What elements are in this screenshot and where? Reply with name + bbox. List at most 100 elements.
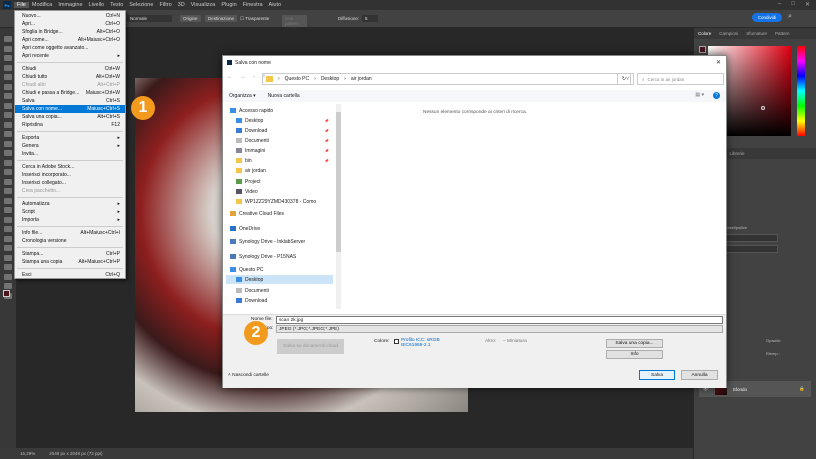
nav-item[interactable]: WP1ZZ29YZMD430378 - Como — [226, 197, 333, 206]
tool-icon[interactable] — [4, 245, 12, 251]
foreground-color-swatch[interactable] — [699, 46, 706, 53]
tool-icon[interactable] — [4, 283, 12, 289]
tool-icon[interactable] — [4, 74, 12, 80]
breadcrumb-item[interactable]: Questo PC — [285, 76, 309, 82]
close-icon[interactable]: ✕ — [805, 1, 810, 8]
menu-immagine[interactable]: Immagine — [55, 2, 85, 8]
breadcrumb-item[interactable]: Desktop — [321, 76, 339, 82]
tool-icon[interactable] — [4, 178, 12, 185]
menu-item[interactable]: Chiudi e passa a Bridge... Maiusc+Ctrl+W — [15, 89, 125, 97]
tool-icon[interactable] — [4, 140, 12, 147]
menu-filtro[interactable]: Filtro — [156, 2, 174, 8]
menu-item[interactable]: Inserisci incorporato... — [15, 171, 125, 179]
menu-item[interactable]: Importa ▸ — [15, 216, 125, 224]
nav-item[interactable]: Synology Drive - InklabServer — [226, 237, 333, 246]
navigation-scrollbar[interactable] — [336, 104, 341, 309]
maximize-icon[interactable]: □ — [791, 1, 795, 8]
tool-icon[interactable] — [4, 188, 12, 194]
menu-file[interactable]: File — [14, 2, 29, 8]
tool-icon[interactable] — [4, 159, 12, 166]
diffusion-select[interactable]: 5 — [362, 15, 378, 22]
mode-select[interactable]: Normale — [127, 15, 172, 22]
tool-icon[interactable] — [4, 197, 12, 204]
nav-item[interactable]: Project — [226, 177, 333, 186]
filename-input[interactable]: scan 2k.jpg — [276, 316, 723, 324]
tool-icon[interactable] — [4, 264, 12, 270]
menu-item[interactable]: Ripristina F12 — [15, 121, 125, 129]
use-pattern-button[interactable]: Usa pattern — [282, 15, 307, 27]
menu-item[interactable]: Nuovo... Ctrl+N — [15, 12, 125, 20]
menu-aiuto[interactable]: Aiuto — [266, 2, 285, 8]
new-folder-button[interactable]: Nuova cartella — [268, 93, 300, 99]
nav-item[interactable]: Questo PC — [226, 265, 333, 274]
nav-item[interactable]: Desktop 📌 — [226, 116, 333, 125]
nav-item[interactable]: Accesso rapido — [226, 106, 333, 115]
menu-item[interactable]: Esci Ctrl+Q — [15, 271, 125, 279]
panel-tab[interactable]: Pattern — [775, 31, 790, 36]
icc-profile-checkbox[interactable] — [394, 339, 399, 344]
menu-item[interactable]: Apri come... Alt+Maiusc+Ctrl+O — [15, 36, 125, 44]
tool-icon[interactable] — [4, 93, 12, 99]
nav-item[interactable]: Desktop — [226, 275, 333, 284]
minimize-icon[interactable]: – — [778, 1, 781, 8]
menu-item[interactable]: Apri come oggetto avanzato... — [15, 44, 125, 52]
tool-icon[interactable] — [4, 36, 12, 42]
tool-icon[interactable] — [4, 83, 12, 90]
tool-icon[interactable] — [4, 169, 12, 175]
menu-item[interactable]: Script ▸ — [15, 208, 125, 216]
save-copy-button[interactable]: Salva una copia... — [606, 339, 663, 348]
nav-item[interactable]: Documenti 📌 — [226, 136, 333, 145]
menu-item[interactable]: Automatizza ▸ — [15, 200, 125, 208]
nav-item[interactable]: Immagini 📌 — [226, 146, 333, 155]
breadcrumb-item[interactable]: air jordan — [351, 76, 372, 82]
menu-item[interactable]: Salva Ctrl+S — [15, 97, 125, 105]
zoom-level[interactable]: 16,29% — [20, 451, 35, 456]
menu-item[interactable]: Crea pacchetto... — [15, 187, 125, 195]
menu-livello[interactable]: Livello — [86, 2, 108, 8]
menu-plugin[interactable]: Plugin — [218, 2, 239, 8]
tool-icon[interactable] — [4, 55, 12, 61]
destination-button[interactable]: Destinazione — [205, 15, 238, 22]
forward-icon[interactable]: → — [240, 74, 246, 80]
tool-icon[interactable] — [4, 235, 12, 242]
save-to-cloud-button[interactable]: Salva su documenti cloud — [277, 339, 344, 354]
menu-item[interactable]: Chiudi Ctrl+W — [15, 65, 125, 73]
menu-item[interactable]: Chiudi altri Alt+Ctrl+P — [15, 81, 125, 89]
transparent-checkbox[interactable]: ☐ Trasparente — [240, 16, 269, 22]
tool-icon[interactable] — [4, 102, 12, 109]
foreground-color-swatch[interactable] — [3, 290, 10, 297]
menu-item[interactable]: Stampa... Ctrl+P — [15, 250, 125, 258]
nav-item[interactable]: Download — [226, 296, 333, 305]
menu-testo[interactable]: Testo — [107, 2, 126, 8]
tool-icon[interactable] — [4, 45, 12, 52]
hide-folders-toggle[interactable]: ˄ Nascondi cartelle — [228, 373, 269, 378]
menu-item[interactable]: Invita... — [15, 150, 125, 158]
icc-profile-label[interactable]: Profilo ICC: sRGB IEC61966-2.1 — [401, 338, 446, 348]
nav-item[interactable]: air jordan — [226, 166, 333, 175]
tool-icon[interactable] — [4, 64, 12, 71]
nav-item[interactable]: Synology Drive - P15NAS — [226, 252, 333, 261]
tool-icon[interactable] — [4, 273, 12, 280]
menu-item[interactable]: Chiudi tutto Alt+Ctrl+W — [15, 73, 125, 81]
tool-icon[interactable] — [4, 131, 12, 137]
menu-item[interactable]: Genera ▸ — [15, 142, 125, 150]
nav-item[interactable]: Download 📌 — [226, 126, 333, 135]
tool-icon[interactable] — [4, 207, 12, 213]
tool-icon[interactable] — [4, 216, 12, 223]
menu-item[interactable]: Inserisci collegato... — [15, 179, 125, 187]
menu-item[interactable]: Salva con nome... Maiusc+Ctrl+S — [15, 105, 125, 113]
menu-item[interactable]: Salva una copia... Alt+Ctrl+S — [15, 113, 125, 121]
back-icon[interactable]: ← — [227, 74, 233, 80]
menu-modifica[interactable]: Modifica — [29, 2, 55, 8]
thumbnail-checkbox[interactable]: – Miniatura — [503, 339, 527, 344]
menu-item[interactable]: Info file... Alt+Maiusc+Ctrl+I — [15, 229, 125, 237]
share-button[interactable]: Condividi — [752, 13, 782, 22]
address-bar[interactable]: › Questo PC › Desktop › air jordan ˅ — [262, 73, 634, 85]
color-picker-cursor[interactable] — [761, 106, 765, 110]
help-icon[interactable]: ? — [713, 92, 720, 99]
tool-icon[interactable] — [4, 226, 12, 232]
menu-visualizza[interactable]: Visualizza — [188, 2, 219, 8]
menu-3d[interactable]: 3D — [175, 2, 188, 8]
tool-icon[interactable] — [4, 112, 12, 118]
menu-item[interactable]: Sfoglia in Bridge... Alt+Ctrl+O — [15, 28, 125, 36]
